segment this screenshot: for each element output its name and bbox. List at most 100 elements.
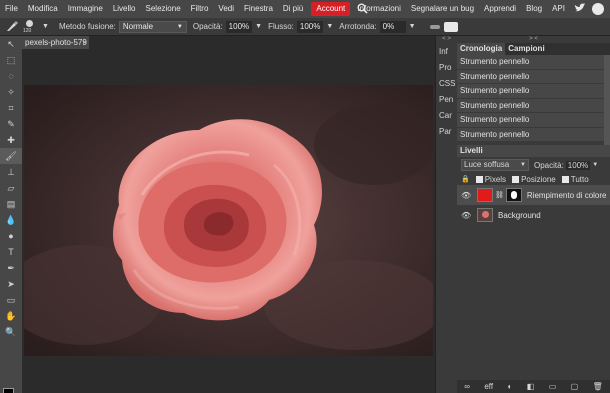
eye-icon[interactable]: 👁 (461, 191, 471, 200)
new-layer-icon[interactable]: ▢ (571, 382, 579, 391)
side-item-character[interactable]: Car (436, 108, 457, 124)
trash-icon[interactable]: 🗑 (593, 382, 603, 391)
menu-vedi[interactable]: Vedi (213, 0, 239, 18)
side-item-info[interactable]: Inf (436, 44, 457, 60)
chevron-down-icon[interactable]: ▼ (592, 162, 598, 168)
brush-tool-icon[interactable] (5, 20, 19, 34)
lock-position-label: Posizione (521, 174, 556, 184)
smoothing-input[interactable]: 0% (379, 20, 406, 33)
move-tool-icon[interactable]: ↖ (0, 36, 22, 52)
layer-blend-select[interactable]: Luce soffusa ▼ (461, 159, 529, 171)
collapse-arrows-icon[interactable]: < > (436, 36, 457, 44)
dodge-tool-icon[interactable]: ● (0, 228, 22, 244)
side-item-properties[interactable]: Pro (436, 60, 457, 76)
account-button[interactable]: Account (311, 2, 351, 16)
menu-filtro[interactable]: Filtro (186, 0, 214, 18)
layer-row[interactable]: 👁 ⛓ Riempimento di colore u (457, 185, 610, 205)
menu-blog[interactable]: Blog (521, 0, 547, 18)
eraser-tool-icon[interactable]: ▱ (0, 180, 22, 196)
collapse-arrows-icon[interactable]: > < (457, 36, 610, 43)
document-area: pexels-photo-579 × (22, 36, 435, 393)
layers-panel-title[interactable]: Livelli (457, 145, 610, 157)
rose-photo (24, 85, 433, 356)
document-tab[interactable]: pexels-photo-579 × (22, 36, 89, 49)
gradient-tool-icon[interactable]: ▤ (0, 196, 22, 212)
history-item[interactable]: Strumento pennello (457, 127, 604, 142)
chevron-down-icon: ▼ (520, 162, 526, 168)
blur-tool-icon[interactable]: 💧 (0, 212, 22, 228)
image-canvas[interactable] (24, 85, 433, 356)
zoom-tool-icon[interactable]: 🔍 (0, 324, 22, 340)
blend-mode-select[interactable]: Normale ▼ (118, 20, 187, 33)
flow-input[interactable]: 100% (296, 20, 324, 33)
history-item[interactable]: Strumento pennello (457, 98, 604, 113)
clone-stamp-tool-icon[interactable]: ⊥ (0, 164, 22, 180)
facebook-icon[interactable] (592, 3, 604, 15)
tab-campioni[interactable]: Campioni (505, 43, 547, 55)
side-item-brush[interactable]: Pen (436, 92, 457, 108)
lock-row: 🔒 Pixels Posizione Tutto (457, 173, 610, 185)
hand-tool-icon[interactable]: ✋ (0, 308, 22, 324)
path-select-tool-icon[interactable]: ➤ (0, 276, 22, 292)
lock-pixels-checkbox[interactable] (475, 175, 483, 183)
flow-label: Flusso: (268, 22, 294, 31)
lock-position-checkbox[interactable] (512, 175, 520, 183)
shape-tool-icon[interactable]: ▭ (0, 292, 22, 308)
menu-file[interactable]: File (0, 0, 23, 18)
layer-color-thumbnail (477, 188, 493, 202)
layer-row[interactable]: 👁 Background (457, 205, 610, 225)
magic-wand-tool-icon[interactable]: ✧ (0, 84, 22, 100)
menu-finestra[interactable]: Finestra (239, 0, 278, 18)
pressure-toggle-icon[interactable] (443, 21, 458, 32)
tab-cronologia[interactable]: Cronologia (457, 43, 506, 55)
opacity-input[interactable]: 100% (225, 20, 253, 33)
adjustment-icon[interactable]: ◐ (507, 382, 512, 391)
opacity-label: Opacità: (192, 22, 223, 31)
menu-selezione[interactable]: Selezione (141, 0, 186, 18)
layer-name: Riempimento di colore u (526, 190, 607, 200)
history-tabs: Cronologia Campioni (457, 43, 610, 55)
layer-opacity-input[interactable]: 100% (565, 160, 591, 170)
type-tool-icon[interactable]: T (0, 244, 22, 260)
twitter-icon[interactable] (574, 3, 586, 15)
marquee-tool-icon[interactable]: ⬚ (0, 52, 22, 68)
chevron-down-icon[interactable]: ▼ (326, 23, 333, 30)
healing-tool-icon[interactable]: ✚ (0, 132, 22, 148)
airbrush-icon[interactable] (429, 24, 440, 29)
effects-icon[interactable]: eff (484, 382, 493, 391)
history-item[interactable]: Strumento pennello (457, 84, 604, 99)
folder-icon[interactable]: ▭ (549, 382, 557, 391)
layers-toolbar: ∞ eff ◐ ◧ ▭ ▢ 🗑 (457, 380, 610, 393)
menu-di-piu[interactable]: Di più (278, 0, 308, 18)
lock-all-label: Tutto (570, 174, 589, 184)
pen-tool-icon[interactable]: ✒ (0, 260, 22, 276)
menu-api[interactable]: API (547, 0, 570, 18)
menu-segnalare-bug[interactable]: Segnalare un bug (406, 0, 479, 18)
link-icon[interactable]: ∞ (464, 382, 470, 391)
brush-tool-icon[interactable]: 🖌 (0, 148, 22, 164)
close-icon[interactable]: × (82, 36, 87, 49)
eyedropper-tool-icon[interactable]: ✎ (0, 116, 22, 132)
menu-modifica[interactable]: Modifica (23, 0, 63, 18)
history-item[interactable]: Strumento pennello (457, 113, 604, 128)
brush-preset-picker[interactable]: 120 (23, 19, 39, 35)
menu-livello[interactable]: Livello (108, 0, 141, 18)
history-item[interactable]: Strumento pennello (457, 69, 604, 84)
menu-informazioni[interactable]: Informazioni (352, 0, 406, 18)
mask-icon[interactable]: ◧ (527, 382, 535, 391)
side-item-css[interactable]: CSS (436, 76, 457, 92)
crop-tool-icon[interactable]: ⌗ (0, 100, 22, 116)
eye-icon[interactable]: 👁 (461, 211, 471, 220)
layer-blend-value: Luce soffusa (464, 160, 510, 169)
menu-immagine[interactable]: Immagine (63, 0, 108, 18)
history-item[interactable]: Strumento pennello (457, 55, 604, 70)
chevron-down-icon[interactable]: ▼ (409, 23, 416, 30)
lasso-tool-icon[interactable]: ◌ (0, 68, 22, 84)
menu-apprendi[interactable]: Apprendi (479, 0, 521, 18)
side-item-paragraph[interactable]: Par (436, 124, 457, 140)
chevron-down-icon[interactable]: ▼ (42, 23, 49, 30)
history-list: Strumento pennello Strumento pennello St… (457, 55, 610, 145)
chevron-down-icon[interactable]: ▼ (255, 23, 262, 30)
lock-all-checkbox[interactable] (561, 175, 569, 183)
rose-thumbnail (482, 211, 489, 218)
